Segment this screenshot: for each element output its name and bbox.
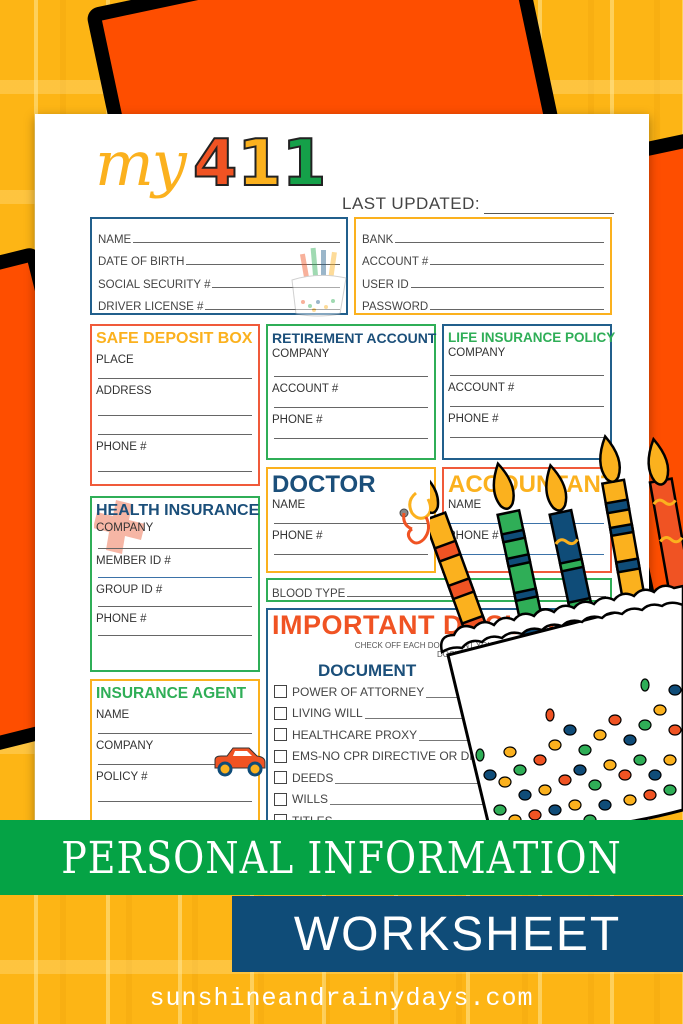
last-updated-label: LAST UPDATED: (342, 194, 481, 213)
retirement-account-box: RETIREMENT ACCOUNT COMPANY ACCOUNT # PHO… (266, 324, 436, 460)
website-url[interactable]: sunshineandrainydays.com (0, 984, 683, 1013)
field-phone-line[interactable] (274, 554, 428, 555)
field-place-label: PLACE (96, 354, 134, 366)
field-password[interactable]: PASSWORD (356, 291, 610, 313)
bank-info-box: BANK ACCOUNT # USER ID PASSWORD (354, 217, 612, 315)
field-phone-line[interactable] (98, 635, 252, 636)
logo-digit-1b: 1 (281, 127, 328, 201)
safe-deposit-title: SAFE DEPOSIT BOX (96, 330, 253, 347)
field-policy-line[interactable] (98, 801, 252, 802)
field-phone-line[interactable] (98, 471, 252, 472)
field-company-label: COMPANY (272, 348, 330, 360)
field-address-line-1[interactable] (98, 415, 252, 416)
field-phone-label: PHONE # (96, 613, 147, 625)
retirement-title: RETIREMENT ACCOUNT (272, 330, 437, 346)
field-bank[interactable]: BANK (356, 223, 610, 246)
field-company-label: COMPANY (448, 347, 506, 359)
field-address-label: ADDRESS (96, 385, 152, 397)
field-phone-line[interactable] (274, 438, 428, 439)
title-line-1: PERSONAL INFORMATION (61, 832, 622, 883)
insurance-agent-title: INSURANCE AGENT (96, 685, 247, 702)
checkbox[interactable] (274, 749, 287, 763)
title-line-2: WORKSHEET (293, 907, 622, 961)
field-name-label: NAME (96, 709, 130, 721)
checkbox[interactable] (274, 792, 287, 806)
health-insurance-title: HEALTH INSURANCE (96, 502, 260, 519)
last-updated: LAST UPDATED: (342, 194, 615, 214)
field-phone-label: PHONE # (272, 414, 323, 426)
title-banner: PERSONAL INFORMATION (0, 820, 683, 895)
logo-digit-4: 4 (192, 127, 239, 201)
subtitle-banner: WORKSHEET (232, 896, 683, 972)
life-insurance-title: LIFE INSURANCE POLICY (448, 330, 616, 345)
logo-my: my (95, 127, 187, 200)
checkbox[interactable] (274, 771, 287, 785)
doctor-box: DOCTOR NAME PHONE # (266, 467, 436, 573)
logo-digit-1a: 1 (236, 127, 283, 201)
field-account[interactable]: ACCOUNT # (356, 246, 610, 268)
safe-deposit-box: SAFE DEPOSIT BOX PLACE ADDRESS PHONE # (90, 324, 260, 486)
last-updated-line[interactable] (484, 200, 615, 214)
checkbox[interactable] (274, 685, 287, 699)
field-account-label: ACCOUNT # (272, 383, 339, 395)
checkbox[interactable] (274, 706, 287, 720)
field-group-id-label: GROUP ID # (96, 584, 163, 596)
health-insurance-box: HEALTH INSURANCE COMPANY MEMBER ID # GRO… (90, 496, 260, 672)
my-411-logo: my 4 1 1 (95, 127, 328, 201)
field-user-id[interactable]: USER ID (356, 268, 610, 291)
field-member-id-label: MEMBER ID # (96, 555, 171, 567)
checkbox[interactable] (274, 728, 287, 742)
car-icon (214, 747, 266, 777)
field-phone-label: PHONE # (96, 441, 147, 453)
field-company-label: COMPANY (96, 522, 154, 534)
field-account-label: ACCOUNT # (448, 382, 515, 394)
cake-watermark-icon (291, 247, 347, 317)
birthday-cake-icon (430, 434, 683, 833)
